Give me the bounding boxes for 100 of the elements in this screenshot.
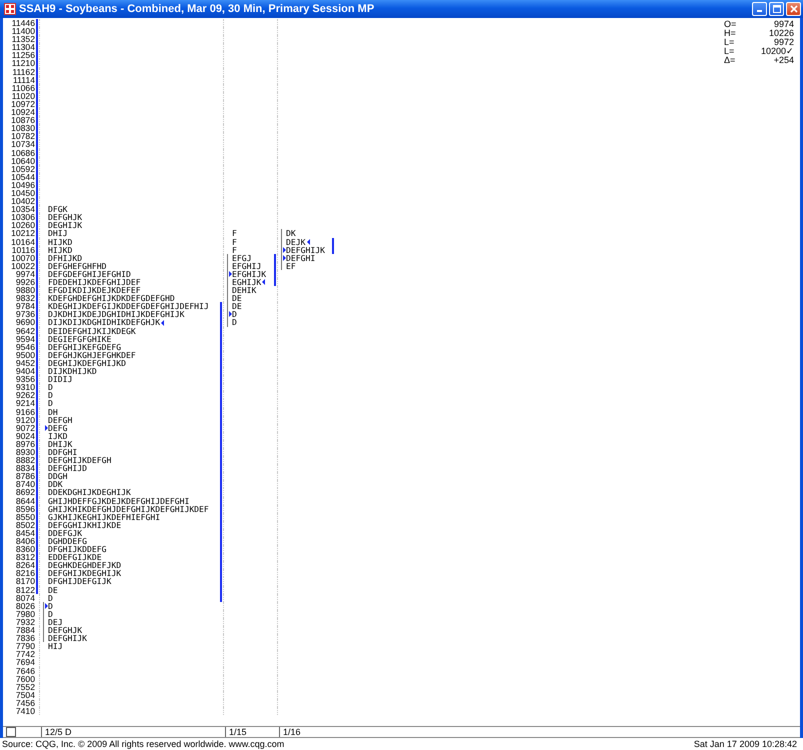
price-label: 10402: [11, 197, 35, 206]
profile-letters: F: [232, 229, 237, 238]
profile-letters: GHIJHDEFFGJKDEJKDEFGHIJDEFGHI: [48, 496, 190, 505]
stat-label: H=: [724, 29, 736, 38]
profile-letters: DEFGHIJKEFGDEFG: [48, 342, 122, 351]
profile-letters: DEFGHIJKDEFGH: [48, 456, 112, 464]
price-label: 9120: [16, 416, 35, 424]
price-label: 10686: [11, 148, 35, 157]
profile-letters: D: [48, 391, 53, 400]
price-label: 10022: [11, 262, 35, 270]
profile-letters: DEFGHIJK: [48, 634, 87, 642]
profile-letters: KDEGHIJKDEFGIJKDDEFGDEFGHIJDEFHIJ: [48, 302, 209, 310]
close-icon: [790, 5, 798, 13]
price-label: 7600: [16, 674, 35, 683]
profile-letters: DEJK: [286, 238, 306, 246]
price-label: 8170: [16, 577, 35, 586]
profile-letters: DEFGHIJD: [48, 464, 87, 472]
price-label: 7456: [16, 698, 35, 707]
price-label: 11020: [12, 92, 35, 100]
profile-letters: EDDEFGIJKDE: [48, 553, 102, 562]
price-label: 9024: [16, 432, 35, 440]
price-label: 9926: [16, 278, 35, 286]
profile-letters: EGHIJK: [232, 278, 262, 286]
price-label: 9452: [16, 358, 35, 368]
price-label: 9072: [16, 424, 35, 432]
profile-letters: DEFGDEFGHIJEFGHID: [48, 270, 131, 278]
price-label: 10830: [11, 124, 35, 132]
profile-letters: HIJ: [48, 642, 63, 650]
profile-letters: DE: [48, 586, 58, 594]
profile-letters: D: [48, 383, 53, 392]
profile-letters: DEHIK: [232, 286, 256, 294]
profile-letters: DH: [48, 408, 58, 416]
price-label: 8312: [16, 553, 35, 562]
profile-letters: DHIJ: [48, 229, 68, 238]
stat-value: 9974: [774, 20, 794, 29]
price-label: 8976: [16, 440, 35, 448]
minimize-button[interactable]: [752, 2, 767, 16]
maximize-button[interactable]: [769, 2, 784, 16]
profile-letters: DEFG: [48, 424, 68, 432]
close-button[interactable]: [786, 2, 801, 16]
price-label: 8644: [16, 496, 35, 505]
profile-letters: DEFGHJKGHJEFGHKDEF: [48, 350, 136, 359]
profile-letters: EF: [286, 262, 296, 270]
profile-letters: F: [232, 238, 237, 246]
price-label: 10116: [12, 246, 35, 254]
profile-letters: D: [48, 610, 53, 618]
profile-letters: IJKD: [48, 432, 68, 440]
price-label: 11162: [12, 68, 35, 76]
price-label: 11066: [12, 84, 35, 92]
profile-letters: DFGHIJDEFGIJK: [48, 577, 112, 586]
profile-letters: DGHDDEFG: [48, 537, 87, 546]
profile-letters: DFGK: [48, 205, 68, 214]
price-label: 10212: [11, 229, 35, 238]
price-label: 10592: [11, 164, 35, 173]
price-label: 11446: [12, 19, 35, 28]
price-label: 9784: [16, 302, 35, 310]
price-label: 7742: [16, 650, 35, 658]
profile-letters: DJKDHIJKDEJDGHIDHIJKDEFGHIJK: [48, 310, 184, 318]
price-label: 9356: [16, 375, 35, 384]
price-label: 8074: [16, 594, 35, 602]
profile-letters: FDEDEHIJKDEFGHIJDEF: [48, 278, 141, 286]
price-label: 8360: [16, 545, 35, 554]
price-label: 7790: [16, 642, 35, 650]
profile-letters: DEFGHI: [286, 254, 316, 262]
price-label: 8740: [16, 480, 35, 488]
source-text: Source: CQG, Inc. © 2009 All rights reserved worldwide. www.cqg.com: [2, 739, 284, 749]
profile-letters: DEJ: [48, 618, 63, 626]
profile-letters: DDEKDGHIJKDEGHIJK: [48, 488, 131, 497]
price-label: 10876: [11, 116, 35, 124]
profile-letters: DDEFGJK: [48, 528, 82, 537]
price-label: 8786: [16, 472, 35, 480]
profile-letters: DEFGHIJK: [286, 246, 325, 254]
app-icon: [4, 3, 16, 15]
price-label: 10164: [11, 238, 35, 246]
profile-letters: DFHIJKD: [48, 254, 82, 262]
profile-letters: DEGHIJK: [48, 221, 82, 230]
stat-value: 10226: [768, 29, 794, 38]
profile-letters: DDGH: [48, 472, 68, 480]
profile-letters: DIJKDIJKDGHIDHIKDEFGHJK: [48, 318, 160, 327]
profile-letters: F: [232, 246, 237, 254]
profile-letters: D: [48, 602, 53, 610]
profile-letters: D: [48, 399, 53, 408]
price-label: 8026: [16, 602, 35, 610]
profile-letters: DE: [232, 294, 242, 302]
stat-value: 10200✓: [760, 47, 794, 56]
profile-letters: DEFGHJK: [48, 213, 82, 222]
profile-letters: HIJKD: [48, 238, 72, 246]
profile-letters: EFGJ: [232, 254, 252, 262]
price-label: 11352: [12, 35, 35, 44]
stat-value: +254: [774, 56, 794, 65]
profile-letters: DEGHIJKDEFGHIJKD: [48, 358, 126, 368]
stat-label: L=: [724, 38, 734, 47]
price-label: 11114: [13, 76, 35, 84]
price-label: 7836: [16, 634, 35, 642]
price-label: 8882: [16, 456, 35, 464]
price-label: 9500: [16, 350, 35, 359]
price-label: 9974: [16, 270, 35, 278]
maximize-icon: [772, 5, 780, 13]
price-label: 8264: [16, 561, 35, 570]
profile-letters: DDK: [48, 480, 63, 488]
